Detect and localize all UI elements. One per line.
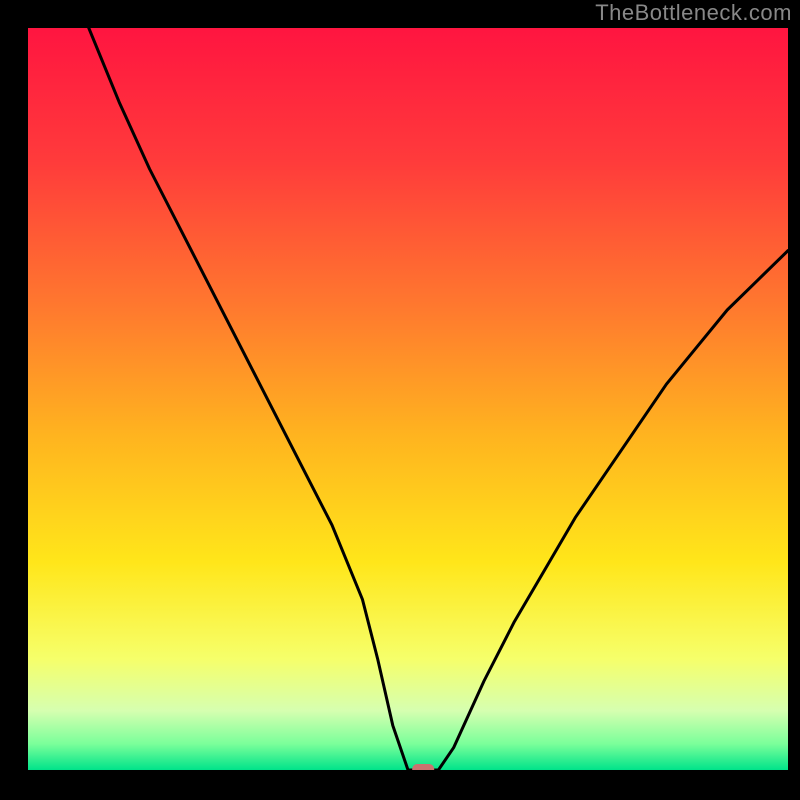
watermark-text: TheBottleneck.com bbox=[595, 0, 792, 26]
chart-svg bbox=[28, 28, 788, 770]
optimum-marker bbox=[412, 764, 434, 770]
plot-area bbox=[28, 28, 788, 770]
heatmap-background bbox=[28, 28, 788, 770]
chart-frame: TheBottleneck.com bbox=[0, 0, 800, 800]
